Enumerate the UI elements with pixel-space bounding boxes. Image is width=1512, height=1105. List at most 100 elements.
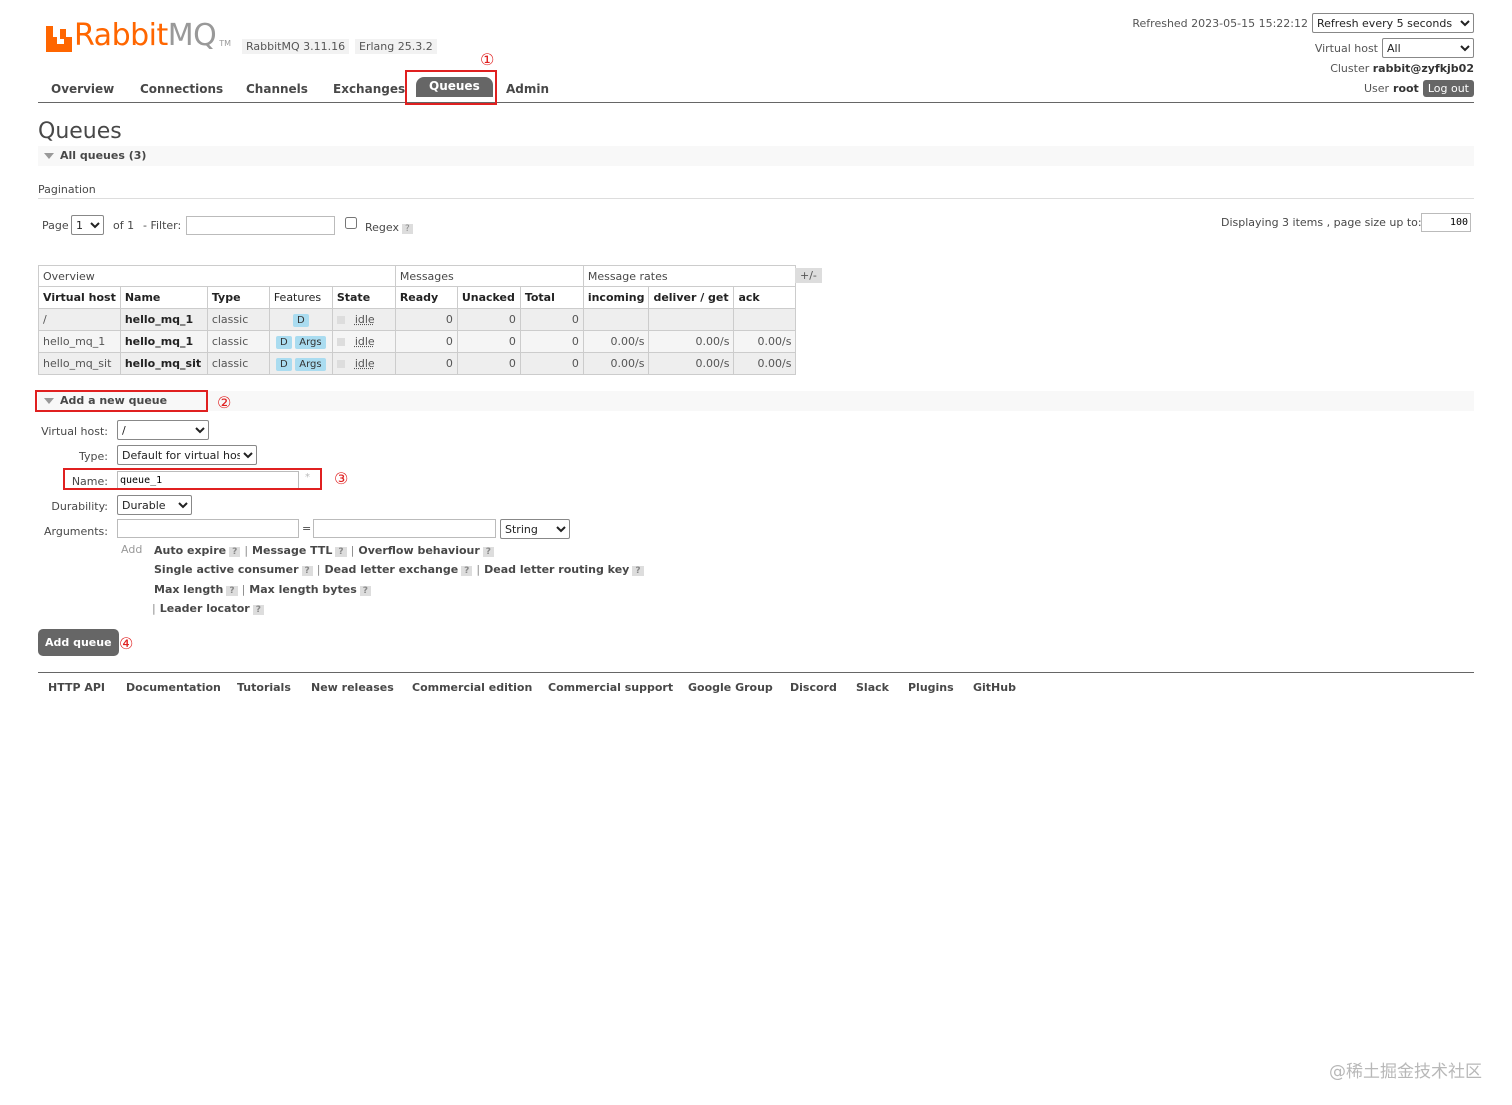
col-state[interactable]: State bbox=[331, 286, 396, 309]
footer-link-slack[interactable]: Slack bbox=[856, 681, 889, 694]
cluster-info: Cluster rabbit@zyfkjb02 bbox=[1330, 62, 1474, 75]
watermark: @稀土掘金技术社区 bbox=[1329, 1062, 1482, 1082]
col-ack[interactable]: ack bbox=[733, 286, 797, 309]
help-icon[interactable]: ? bbox=[301, 566, 313, 576]
cell-features: D Args bbox=[268, 330, 333, 353]
help-icon[interactable]: ? bbox=[359, 586, 371, 596]
cell-total: 0 bbox=[519, 308, 584, 331]
footer-link-github[interactable]: GitHub bbox=[973, 681, 1016, 694]
displaying-info: Displaying 3 items , page size up to: bbox=[1221, 216, 1422, 229]
tab-channels[interactable]: Channels bbox=[246, 80, 308, 96]
cell-vhost: hello_mq_sit bbox=[38, 352, 121, 375]
rabbit-logo-icon bbox=[46, 26, 72, 52]
table-row[interactable]: hello_mq_1 hello_mq_1 classic D Args idl… bbox=[38, 330, 797, 353]
add-queue-vhost-select[interactable]: / bbox=[117, 420, 209, 440]
feature-args-badge: Args bbox=[295, 335, 326, 349]
footer-link-discord[interactable]: Discord bbox=[790, 681, 837, 694]
argument-type-select[interactable]: String bbox=[500, 519, 570, 539]
queue-name-link[interactable]: hello_mq_sit bbox=[119, 352, 208, 375]
col-incoming[interactable]: incoming bbox=[582, 286, 650, 309]
footer-link-http-api[interactable]: HTTP API bbox=[48, 681, 105, 694]
col-total[interactable]: Total bbox=[519, 286, 584, 309]
col-type[interactable]: Type bbox=[206, 286, 270, 309]
all-queues-section-header[interactable]: All queues (3) bbox=[38, 146, 1474, 166]
add-queue-button[interactable]: Add queue bbox=[38, 629, 119, 656]
col-name[interactable]: Name bbox=[119, 286, 208, 309]
queue-name-link[interactable]: hello_mq_1 bbox=[119, 308, 208, 331]
toggle-columns-button[interactable]: +/- bbox=[795, 268, 822, 283]
refresh-interval-select[interactable]: Refresh every 5 seconds bbox=[1312, 13, 1474, 33]
state-indicator-icon bbox=[336, 316, 345, 324]
separator: | bbox=[244, 544, 249, 557]
help-icon[interactable]: ? bbox=[229, 547, 241, 557]
help-icon[interactable]: ? bbox=[461, 566, 473, 576]
cell-vhost: hello_mq_1 bbox=[38, 330, 121, 353]
col-deliver-get[interactable]: deliver / get bbox=[648, 286, 735, 309]
col-unacked[interactable]: Unacked bbox=[456, 286, 521, 309]
help-icon[interactable]: ? bbox=[632, 566, 644, 576]
help-icon[interactable]: ? bbox=[335, 547, 347, 557]
cell-deliver-get bbox=[648, 308, 735, 331]
add-queue-type-select[interactable]: Default for virtual host bbox=[117, 445, 257, 465]
arg-leader-locator-link[interactable]: Leader locator bbox=[160, 602, 250, 615]
tab-overview[interactable]: Overview bbox=[51, 80, 114, 96]
help-icon[interactable]: ? bbox=[226, 586, 238, 596]
collapse-triangle-icon bbox=[44, 153, 54, 159]
cell-state: idle bbox=[331, 352, 396, 375]
footer-link-tutorials[interactable]: Tutorials bbox=[237, 681, 291, 694]
argument-key-input[interactable] bbox=[117, 519, 299, 538]
filter-input[interactable] bbox=[186, 216, 335, 235]
tab-connections[interactable]: Connections bbox=[140, 80, 223, 96]
help-icon[interactable]: ? bbox=[482, 547, 495, 557]
annotation-marker-1: ① bbox=[480, 50, 495, 69]
add-argument-label: Add bbox=[121, 543, 143, 556]
arg-dead-letter-exchange-link[interactable]: Dead letter exchange bbox=[324, 563, 458, 576]
cell-ack: 0.00/s bbox=[733, 352, 797, 375]
regex-help-icon[interactable]: ? bbox=[401, 224, 413, 234]
footer-link-google-group[interactable]: Google Group bbox=[688, 681, 773, 694]
footer-link-commercial-support[interactable]: Commercial support bbox=[548, 681, 673, 694]
help-icon[interactable]: ? bbox=[252, 605, 264, 615]
arg-max-length-link[interactable]: Max length bbox=[154, 583, 223, 596]
cell-type: classic bbox=[206, 330, 270, 353]
feature-durable-badge: D bbox=[276, 357, 292, 371]
argument-value-input[interactable] bbox=[313, 519, 496, 538]
table-row[interactable]: / hello_mq_1 classic D idle 0 0 0 bbox=[38, 308, 797, 331]
add-queue-section-header[interactable]: Add a new queue bbox=[38, 391, 1474, 411]
regex-checkbox[interactable] bbox=[345, 217, 357, 229]
arg-single-active-consumer-link[interactable]: Single active consumer bbox=[154, 563, 299, 576]
table-row[interactable]: hello_mq_sit hello_mq_sit classic D Args… bbox=[38, 352, 797, 375]
cell-unacked: 0 bbox=[456, 330, 521, 353]
tab-exchanges[interactable]: Exchanges bbox=[333, 80, 405, 96]
page-select[interactable]: 1 bbox=[71, 215, 104, 235]
logo-trademark: TM bbox=[219, 39, 232, 48]
footer-link-documentation[interactable]: Documentation bbox=[126, 681, 221, 694]
logo-text: RabbitMQ bbox=[74, 18, 217, 53]
virtual-host-select[interactable]: All bbox=[1382, 38, 1474, 58]
cell-unacked: 0 bbox=[456, 308, 521, 331]
arg-message-ttl-link[interactable]: Message TTL bbox=[252, 544, 332, 557]
queue-name-link[interactable]: hello_mq_1 bbox=[119, 330, 208, 353]
footer-link-commercial-edition[interactable]: Commercial edition bbox=[412, 681, 532, 694]
separator: | bbox=[241, 583, 246, 596]
state-indicator-icon bbox=[336, 360, 345, 368]
tab-admin[interactable]: Admin bbox=[506, 80, 549, 96]
virtual-host-label: Virtual host bbox=[1314, 41, 1378, 55]
cell-type: classic bbox=[206, 352, 270, 375]
footer-link-new-releases[interactable]: New releases bbox=[311, 681, 394, 694]
cell-type: classic bbox=[206, 308, 270, 331]
arg-auto-expire-link[interactable]: Auto expire bbox=[154, 544, 226, 557]
cell-features: D bbox=[268, 308, 333, 331]
annotation-marker-2: ② bbox=[217, 393, 232, 412]
cell-state: idle bbox=[331, 308, 396, 331]
durability-select[interactable]: Durable bbox=[117, 495, 192, 515]
page-size-input[interactable] bbox=[1421, 213, 1471, 232]
col-virtual-host[interactable]: Virtual host bbox=[38, 286, 121, 309]
cell-ready: 0 bbox=[394, 330, 458, 353]
arg-max-length-bytes-link[interactable]: Max length bytes bbox=[249, 583, 356, 596]
arg-overflow-behaviour-link[interactable]: Overflow behaviour bbox=[358, 544, 479, 557]
argument-shortcuts-row-2: Single active consumer? | Dead letter exch… bbox=[154, 563, 644, 576]
col-ready[interactable]: Ready bbox=[394, 286, 458, 309]
footer-link-plugins[interactable]: Plugins bbox=[908, 681, 954, 694]
arg-dead-letter-routing-key-link[interactable]: Dead letter routing key bbox=[484, 563, 629, 576]
